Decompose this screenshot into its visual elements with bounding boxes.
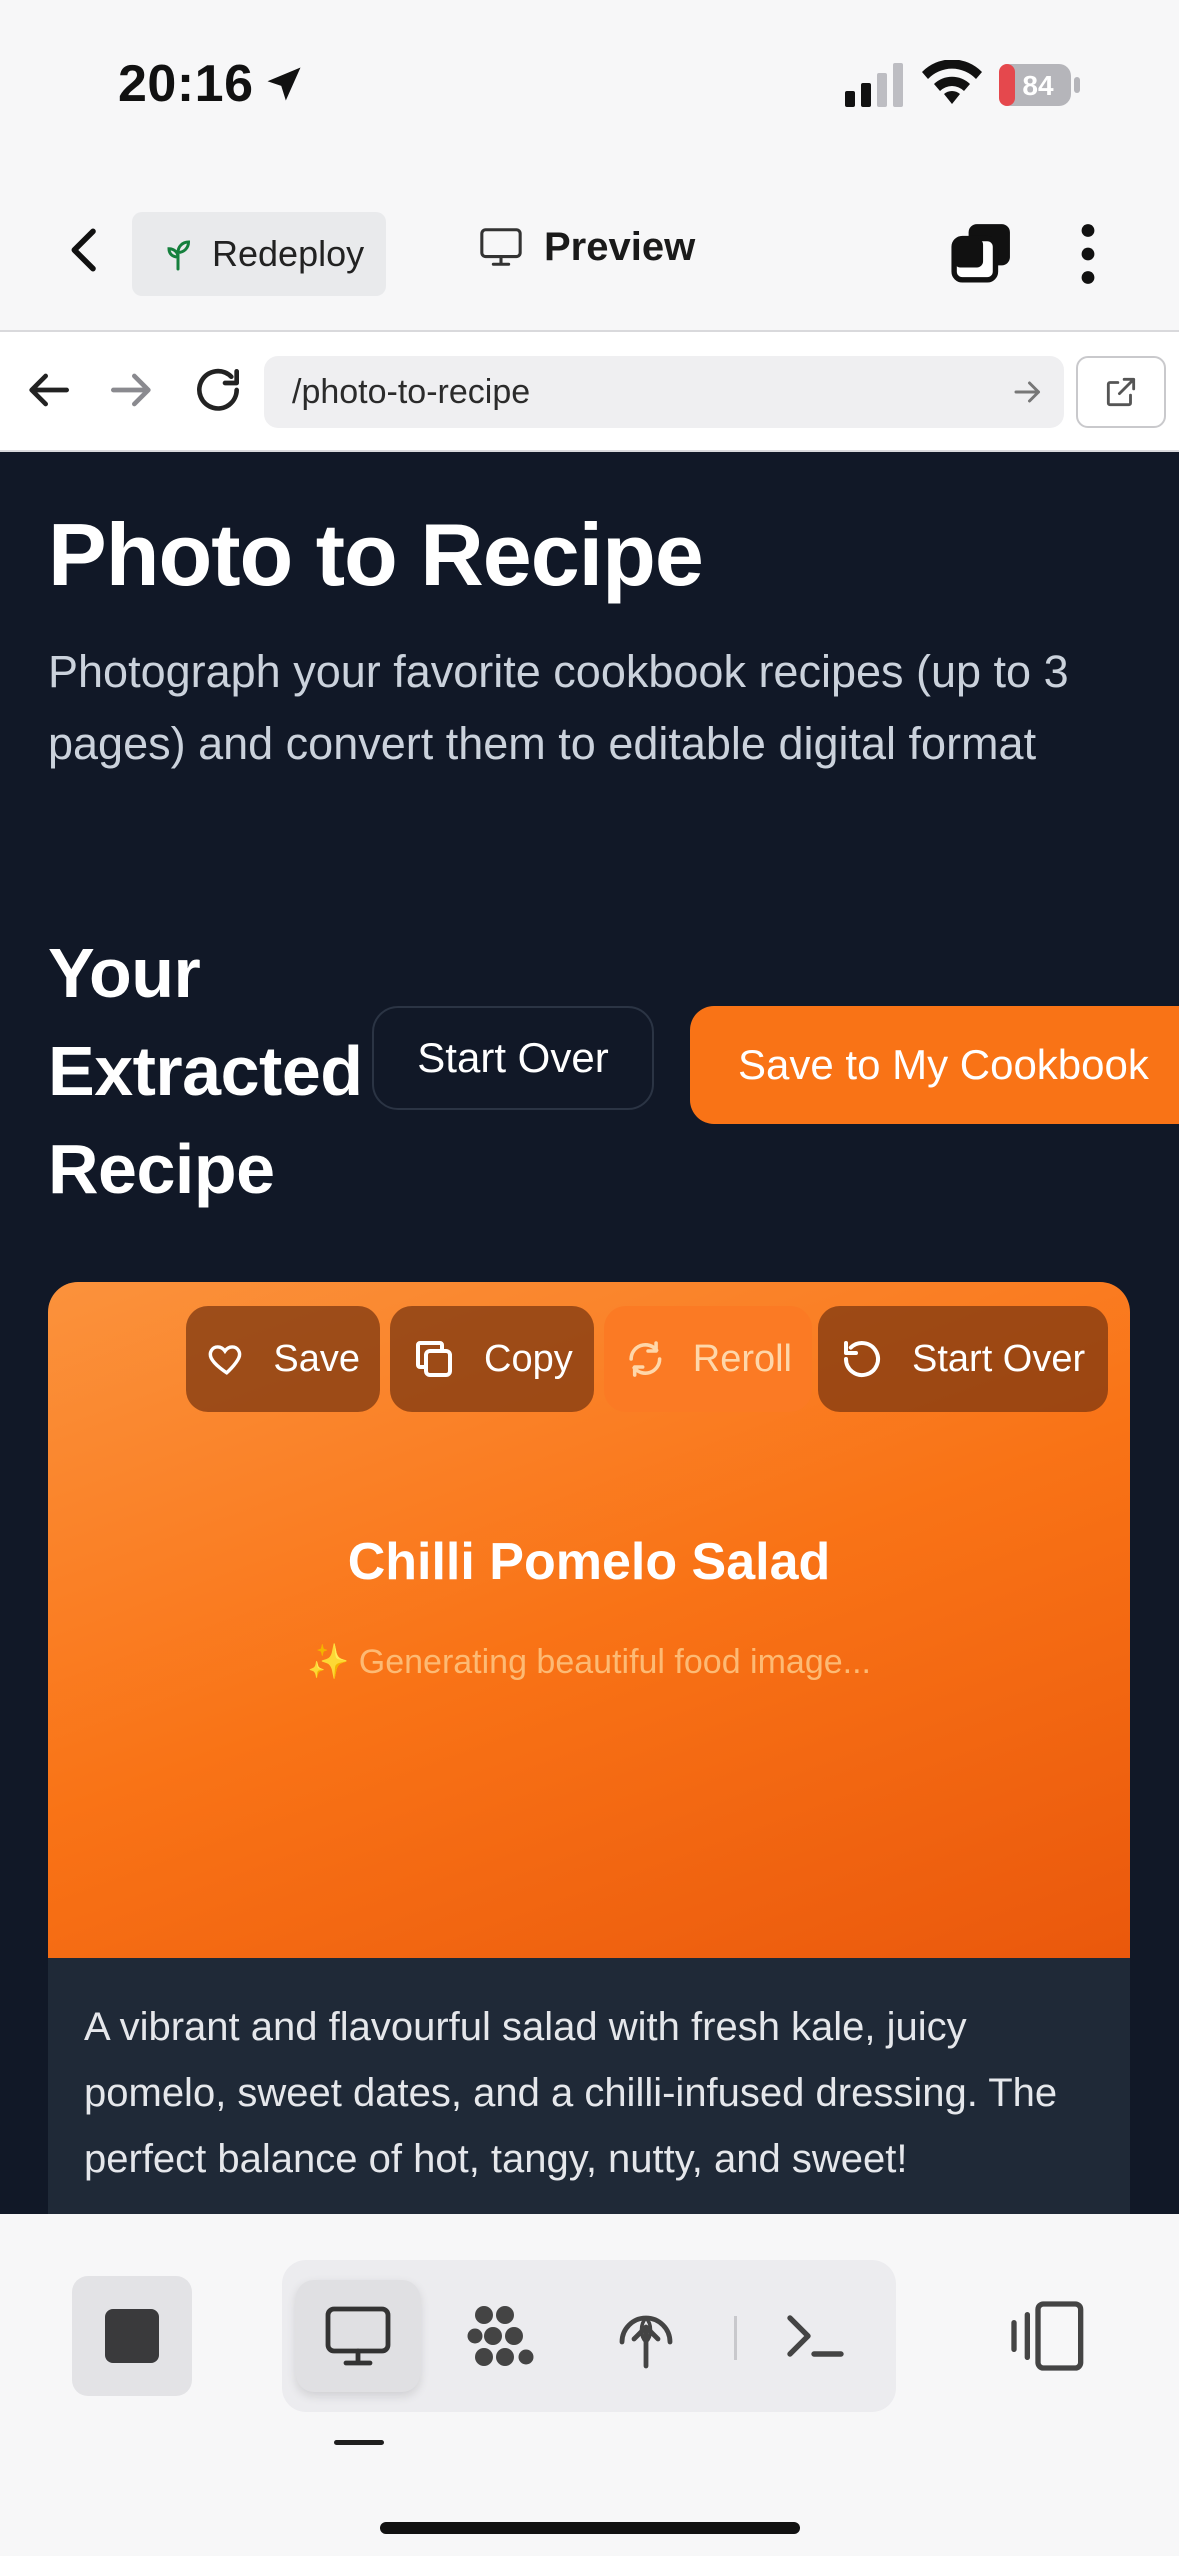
chevron-left-icon[interactable]	[58, 222, 114, 278]
page-subtitle: Photograph your favorite cookbook recipe…	[48, 646, 1069, 769]
monitor-icon	[325, 2306, 391, 2366]
page-title: Photo to Recipe	[48, 505, 704, 604]
reroll-label: Reroll	[692, 1337, 792, 1380]
tabs-icon[interactable]	[950, 222, 1012, 284]
app-header: Redeploy Preview	[0, 170, 1179, 330]
signal-icon	[845, 63, 903, 107]
redeploy-button[interactable]: Redeploy	[132, 212, 386, 296]
deploy-view-button[interactable]	[584, 2280, 708, 2392]
preview-label: Preview	[544, 224, 696, 269]
redeploy-label: Redeploy	[212, 233, 365, 274]
card-start-over-button[interactable]: Start Over	[818, 1306, 1108, 1412]
console-view-button[interactable]	[752, 2280, 876, 2392]
terminal-icon	[787, 2315, 844, 2357]
external-link-icon	[1106, 377, 1136, 407]
recipe-card: Save Copy Reroll Start Over Chilli Pomel…	[48, 1282, 1130, 2214]
dots-grid-icon	[467, 2306, 534, 2366]
sprout-icon	[167, 240, 191, 271]
arrow-left-icon[interactable]	[20, 362, 76, 418]
card-start-over-label: Start Over	[912, 1337, 1086, 1380]
url-text: /photo-to-recipe	[292, 372, 531, 411]
active-view-indicator	[334, 2440, 384, 2445]
copy-recipe-button[interactable]: Copy	[390, 1306, 594, 1412]
section-heading: Your Extracted Recipe	[48, 934, 363, 1208]
recipe-description-panel: A vibrant and flavourful salad with fres…	[48, 1958, 1130, 2214]
browser-bar: /photo-to-recipe	[0, 330, 1179, 452]
arrow-right-icon[interactable]	[104, 362, 160, 418]
undo-icon	[844, 1341, 880, 1378]
status-bar: 20:16 84	[0, 0, 1179, 170]
preview-view-button[interactable]	[296, 2280, 420, 2392]
clock: 20:16	[118, 55, 254, 113]
refresh-icon	[629, 1341, 662, 1377]
bottom-toolbar	[0, 2214, 1179, 2556]
save-recipe-button[interactable]: Save	[186, 1306, 380, 1412]
recipe-hero: Save Copy Reroll Start Over Chilli Pomel…	[48, 1282, 1130, 1958]
preview-toggle[interactable]: Preview	[478, 224, 695, 270]
wifi-icon	[922, 60, 982, 104]
segment-divider	[734, 2316, 737, 2360]
view-switcher	[282, 2260, 896, 2412]
battery-icon: 84	[999, 64, 1080, 106]
start-over-button[interactable]: Start Over	[372, 1006, 654, 1110]
deploy-icon	[619, 2315, 673, 2369]
preview-content: Photo to Recipe Photograph your favorite…	[0, 452, 1179, 2214]
generating-status: ✨ Generating beautiful food image...	[306, 1643, 871, 1681]
copy-recipe-label: Copy	[484, 1337, 573, 1380]
save-to-cookbook-button[interactable]: Save to My Cookbook	[690, 1006, 1179, 1124]
recipe-description: A vibrant and flavourful salad with fres…	[84, 2005, 1058, 2181]
more-vertical-icon[interactable]	[1066, 222, 1110, 286]
reload-icon[interactable]	[190, 362, 246, 418]
heart-icon	[208, 1345, 242, 1375]
go-arrow-icon[interactable]	[1010, 374, 1046, 410]
location-arrow-icon	[267, 67, 301, 101]
battery-level: 84	[1022, 70, 1054, 101]
save-recipe-label: Save	[273, 1337, 360, 1380]
home-indicator	[380, 2522, 800, 2534]
integrations-view-button[interactable]	[440, 2280, 564, 2392]
url-input[interactable]: /photo-to-recipe	[264, 356, 1064, 428]
stop-icon	[105, 2309, 159, 2363]
copy-icon	[416, 1341, 452, 1377]
open-external-button[interactable]	[1076, 356, 1166, 428]
reroll-button[interactable]: Reroll	[604, 1306, 812, 1412]
monitor-icon	[480, 228, 522, 266]
panel-icon[interactable]	[1006, 2300, 1086, 2372]
stop-button[interactable]	[72, 2276, 192, 2396]
recipe-name: Chilli Pomelo Salad	[347, 1533, 831, 1591]
